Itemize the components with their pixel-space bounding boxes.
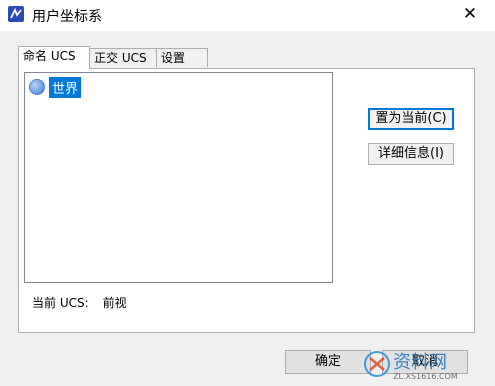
set-current-button[interactable]: 置为当前(C) [368,108,454,130]
watermark-logo: 资料网 ZL.XS1616.COM [363,348,491,382]
app-icon [8,6,24,22]
tab-orthographic-ucs[interactable]: 正交 UCS [89,48,157,67]
current-ucs-value: 前视 [102,296,127,310]
current-ucs-line: 当前 UCS: 前视 [32,294,127,311]
watermark-url: ZL.XS1616.COM [393,372,458,381]
title-bar: 用户坐标系 ✕ [0,0,495,31]
tab-named-ucs[interactable]: 命名 UCS [18,46,90,69]
tab-settings[interactable]: 设置 [156,48,208,67]
globe-icon [29,79,45,95]
close-icon: ✕ [462,4,478,24]
ucs-list[interactable]: 世界 [24,72,333,283]
current-ucs-label: 当前 UCS: [32,296,89,310]
watermark-text: 资料网 [393,352,447,373]
close-button[interactable]: ✕ [459,3,481,25]
list-item[interactable]: 世界 [29,76,82,98]
ok-button[interactable]: 确定 [285,350,371,374]
window-title: 用户坐标系 [32,9,102,25]
details-button[interactable]: 详细信息(I) [368,143,454,165]
list-item-label: 世界 [49,76,82,98]
